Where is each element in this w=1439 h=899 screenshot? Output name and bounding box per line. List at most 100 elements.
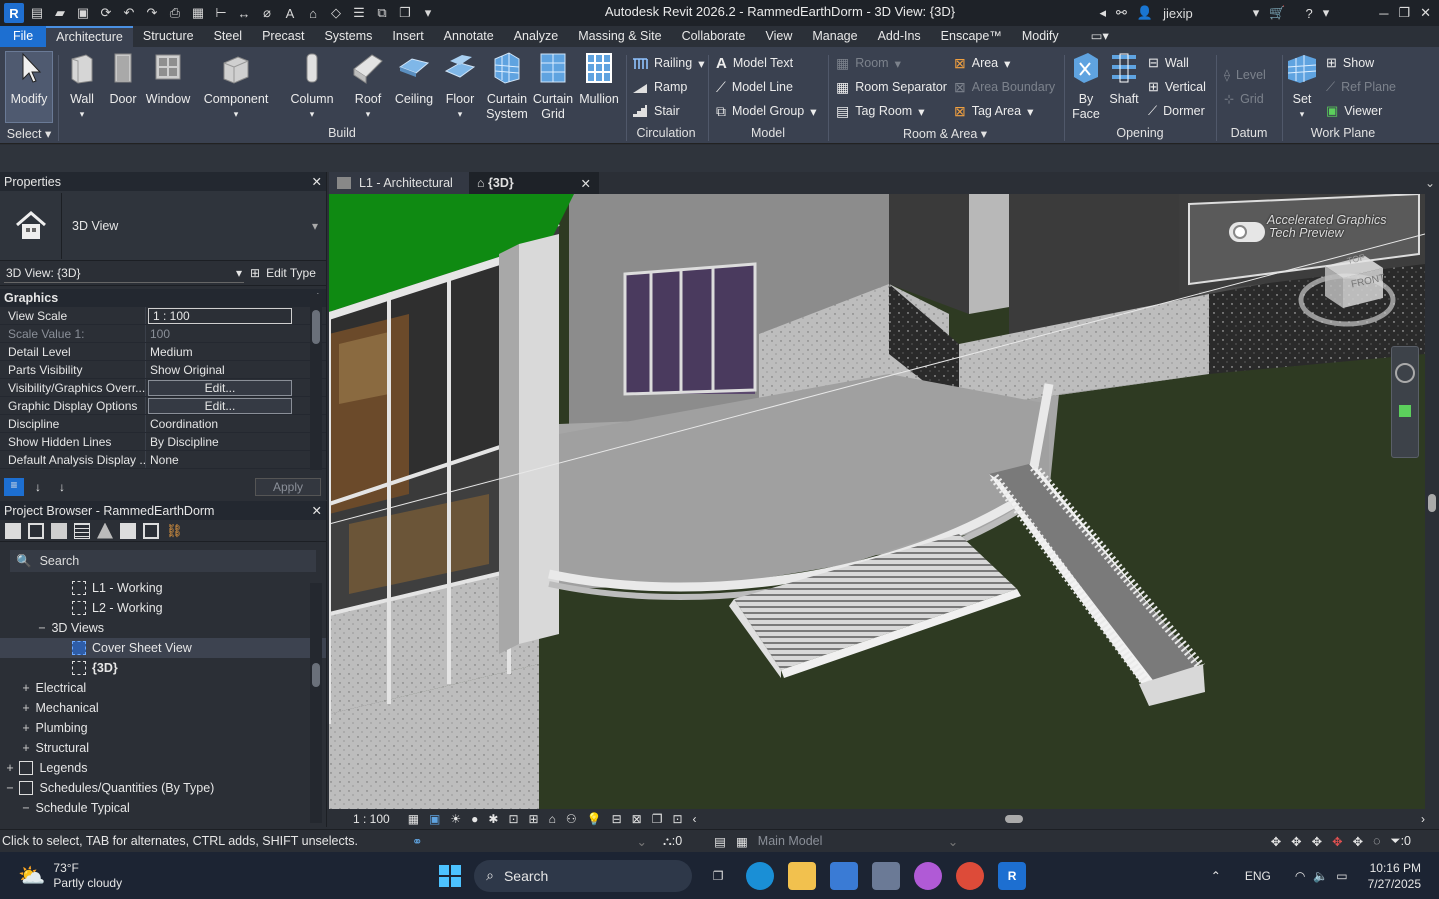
instance-dropdown[interactable]: 3D View: {3D} ▾ [4, 263, 244, 283]
print-setup-icon[interactable]: ▦ [188, 3, 208, 23]
ramp-button[interactable]: Ramp [632, 77, 687, 97]
show-work-plane-button[interactable]: ⊞ Show [1326, 53, 1374, 73]
revit-logo[interactable]: R [4, 3, 24, 23]
weather-widget[interactable]: 73°F Partly cloudy [53, 861, 122, 891]
save-icon[interactable]: ▣ [73, 3, 93, 23]
background-process-icon[interactable]: ◌ [1373, 834, 1380, 848]
browser-group-icon[interactable] [120, 522, 136, 539]
type-dropdown-icon[interactable]: ▾ [312, 219, 326, 233]
select-links-icon[interactable]: ✥ [1271, 834, 1281, 849]
edit-type-button[interactable]: Edit Type [266, 266, 316, 280]
floor-button[interactable]: Floor ▾ [440, 51, 480, 122]
tab-overflow-icon[interactable]: ⌄ [1425, 176, 1439, 194]
model-group-button[interactable]: ⧉ Model Group ▾ [716, 101, 817, 121]
property-row[interactable]: View Scale 1 : 100 [0, 307, 326, 325]
switch-windows-icon[interactable]: ❐ [395, 3, 415, 23]
user-icon[interactable]: 👤 [1137, 5, 1153, 21]
model-text-button[interactable]: A Model Text [716, 53, 793, 73]
sort-descending-icon[interactable]: ↓ [52, 480, 72, 494]
zoom-region-icon[interactable] [1399, 405, 1411, 417]
browser-link-icon[interactable] [143, 522, 159, 539]
list-item[interactable]: + Structural [0, 738, 326, 758]
tab-l1-architectural[interactable]: L1 - Architectural [329, 172, 469, 194]
browser-family-icon[interactable] [97, 522, 113, 539]
wifi-icon[interactable]: ◠ [1295, 869, 1305, 883]
tab-precast[interactable]: Precast [252, 26, 314, 47]
browser-sheet-icon[interactable] [51, 522, 67, 539]
ceiling-button[interactable]: Ceiling [392, 51, 436, 107]
tab-file[interactable]: File [0, 26, 47, 47]
wall-button[interactable]: Wall ▾ [62, 51, 102, 122]
task-view-icon[interactable]: ❐ [704, 862, 732, 890]
property-row[interactable]: Show Hidden Lines By Discipline [0, 433, 326, 451]
view-scale-button[interactable]: 1 : 100 [353, 812, 390, 826]
viewport-horizontal-scrollbar[interactable] [705, 814, 1413, 824]
edge-icon[interactable] [746, 861, 775, 890]
dormer-button[interactable]: ⟋ Dormer [1148, 101, 1205, 121]
area-button[interactable]: ⊠ Area ▾ [954, 53, 1010, 73]
by-face-button[interactable]: By Face [1068, 51, 1104, 122]
level-button[interactable]: ⟠ Level [1224, 65, 1266, 85]
browser-schedule-icon[interactable] [74, 522, 90, 539]
ref-plane-button[interactable]: ⟋ Ref Plane [1326, 77, 1396, 97]
reveal-hidden-icon[interactable]: 💡 [587, 812, 602, 826]
graphics-group-header[interactable]: Graphics⌃ [0, 289, 326, 307]
binoculars-icon[interactable]: ⚯ [1116, 5, 1127, 21]
set-work-plane-button[interactable]: Set ▾ [1284, 51, 1320, 122]
cart-icon[interactable]: 🛒 [1269, 5, 1285, 21]
railing-button[interactable]: Railing ▾ [632, 53, 705, 73]
app-icon[interactable] [872, 861, 901, 890]
copilot-icon[interactable] [914, 861, 943, 890]
close-icon[interactable]: ✕ [1420, 5, 1431, 21]
list-item[interactable]: {3D} [0, 658, 326, 678]
curtain-system-button[interactable]: Curtain System [484, 51, 530, 122]
shaft-button[interactable]: Shaft [1106, 51, 1142, 107]
list-item[interactable]: + Mechanical [0, 698, 326, 718]
grid-button[interactable]: ⊹ Grid [1224, 89, 1264, 109]
edit-type-icon[interactable]: ⊞ [250, 266, 260, 280]
tab-modify[interactable]: Modify [1012, 26, 1069, 47]
property-row[interactable]: Visibility/Graphics Overr... Edit... [0, 379, 326, 397]
tab-3d[interactable]: ⌂ {3D} ✕ [469, 172, 599, 194]
tab-view[interactable]: View [756, 26, 803, 47]
section-icon[interactable]: ◇ [326, 3, 346, 23]
temp-hide-icon[interactable]: ⚇ [566, 812, 577, 826]
list-item[interactable]: L1 - Working [0, 578, 326, 598]
tab-enscape[interactable]: Enscape™ [931, 26, 1012, 47]
drag-elements-icon[interactable]: ✥ [1353, 834, 1363, 849]
list-item[interactable]: Cover Sheet View [0, 638, 326, 658]
render-icon[interactable]: ✱ [488, 812, 498, 826]
tab-structure[interactable]: Structure [133, 26, 204, 47]
analysis-icon[interactable]: ❐ [652, 812, 663, 826]
scroll-left-icon[interactable]: ‹ [693, 812, 697, 826]
tab-massing-site[interactable]: Massing & Site [568, 26, 671, 47]
property-row[interactable]: Graphic Display Options Edit... [0, 397, 326, 415]
sort-ascending-icon[interactable]: ↓ [28, 480, 48, 494]
worksharing-icon[interactable]: ⊟ [612, 812, 622, 826]
taskbar-search[interactable]: ⌕ Search [474, 859, 693, 892]
crop-region-icon[interactable]: ⊞ [529, 812, 539, 826]
property-row[interactable]: Discipline Coordination [0, 415, 326, 433]
close-properties-icon[interactable]: ✕ [312, 174, 322, 189]
shadows-icon[interactable]: ● [471, 812, 478, 826]
door-button[interactable]: Door [104, 51, 142, 107]
area-boundary-button[interactable]: ⊠ Area Boundary [954, 77, 1055, 97]
text-icon[interactable]: A [280, 3, 300, 23]
type-selector[interactable]: 3D View ▾ [0, 191, 326, 261]
vertical-opening-button[interactable]: ⊞ Vertical [1148, 77, 1206, 97]
chevron-down-icon[interactable]: ▾ [1253, 5, 1260, 21]
open-icon[interactable]: ▰ [50, 3, 70, 23]
categorized-icon[interactable]: ≡ [4, 478, 24, 496]
redo-icon[interactable]: ↷ [142, 3, 162, 23]
print-icon[interactable]: ⎙ [165, 3, 185, 23]
main-model-chevron-icon[interactable]: ⌄ [948, 834, 958, 849]
tab-steel[interactable]: Steel [204, 26, 253, 47]
panel-toggle-icon[interactable]: ▭▾ [1081, 26, 1119, 47]
tab-architecture[interactable]: Architecture [46, 26, 133, 47]
tray-chevron-icon[interactable]: ⌃ [1211, 869, 1221, 883]
list-item[interactable]: L2 - Working [0, 598, 326, 618]
list-item[interactable]: − Schedules/Quantities (By Type) [0, 778, 326, 798]
weather-icon[interactable]: ⛅ [18, 863, 45, 889]
select-pinned-icon[interactable]: ✥ [1312, 834, 1322, 849]
3d-viewport[interactable]: Accelerated Graphics Tech Preview FRONT … [329, 194, 1425, 809]
